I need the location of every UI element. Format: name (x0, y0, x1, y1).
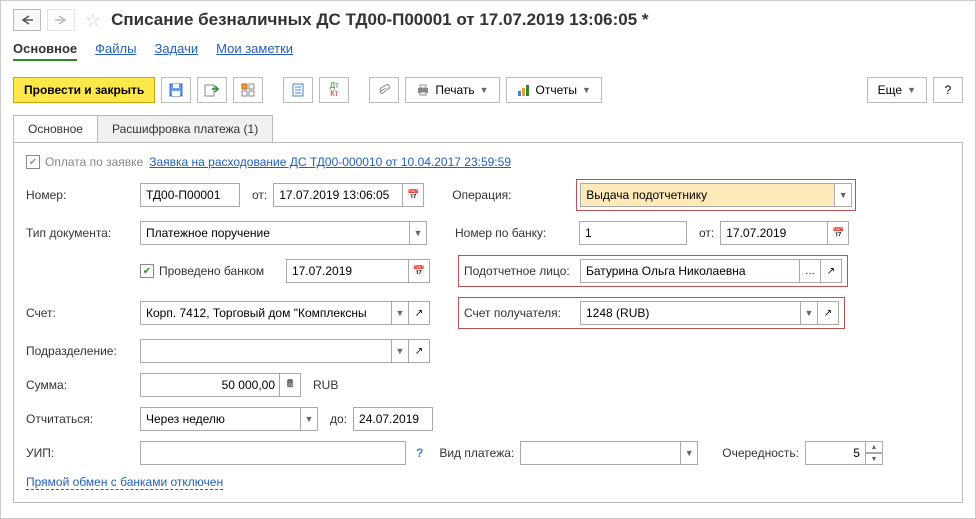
sum-label: Сумма: (26, 378, 134, 392)
payee-open-button[interactable]: ↗ (820, 259, 842, 283)
recipient-account-open-button[interactable]: ↗ (817, 301, 839, 325)
number-label: Номер: (26, 188, 134, 202)
bank-number-input[interactable] (579, 221, 687, 245)
payee-label: Подотчетное лицо: (464, 264, 574, 278)
uip-input[interactable] (140, 441, 406, 465)
forward-button[interactable] (47, 9, 75, 31)
bank-processed-calendar-button[interactable]: 📅 (408, 259, 430, 283)
payment-type-select[interactable] (520, 441, 680, 465)
print-label: Печать (435, 83, 474, 97)
payment-type-dropdown-button[interactable]: ▼ (680, 441, 698, 465)
report-period-dropdown-button[interactable]: ▼ (300, 407, 318, 431)
bank-processed-checkbox[interactable] (140, 264, 154, 278)
date-calendar-button[interactable]: 📅 (402, 183, 424, 207)
request-payment-label: Оплата по заявке (45, 155, 143, 169)
bank-date-from-label: от: (699, 226, 714, 240)
doctype-dropdown-button[interactable]: ▼ (409, 221, 427, 245)
save-button[interactable] (161, 77, 191, 103)
doctype-label: Тип документа: (26, 226, 134, 240)
subnav-files[interactable]: Файлы (95, 41, 136, 61)
division-input[interactable] (140, 339, 391, 363)
division-dropdown-button[interactable]: ▼ (391, 339, 409, 363)
report-period-select[interactable] (140, 407, 300, 431)
subnav-notes[interactable]: Мои заметки (216, 41, 293, 61)
priority-input[interactable] (805, 441, 865, 465)
more-button[interactable]: Еще▼ (867, 77, 927, 103)
page-title: Списание безналичных ДС ТД00-П00001 от 1… (111, 10, 648, 30)
structure-button[interactable] (233, 77, 263, 103)
report-to-input[interactable] (353, 407, 433, 431)
operation-label: Операция: (452, 188, 570, 202)
bank-date-input[interactable] (720, 221, 828, 245)
division-label: Подразделение: (26, 344, 134, 358)
help-button[interactable]: ? (933, 77, 963, 103)
account-dropdown-button[interactable]: ▼ (391, 301, 409, 325)
recipient-account-dropdown-button[interactable]: ▼ (800, 301, 818, 325)
sum-currency: RUB (313, 378, 338, 392)
division-open-button[interactable]: ↗ (408, 339, 430, 363)
dt-kt-button[interactable]: ДтКт (319, 77, 349, 103)
date-from-label: от: (252, 188, 267, 202)
priority-label: Очередность: (722, 446, 799, 460)
bank-processed-date-input[interactable] (286, 259, 409, 283)
report-label: Отчитаться: (26, 412, 134, 426)
operation-select[interactable] (580, 183, 834, 207)
bank-exchange-link[interactable]: Прямой обмен с банками отключен (26, 475, 223, 490)
recipient-account-input[interactable] (580, 301, 800, 325)
payee-input[interactable] (580, 259, 800, 283)
tab-detail[interactable]: Расшифровка платежа (1) (97, 115, 273, 142)
payee-select-button[interactable]: … (799, 259, 821, 283)
tab-main[interactable]: Основное (13, 115, 98, 142)
create-based-button[interactable] (283, 77, 313, 103)
more-label: Еще (878, 83, 902, 97)
subnav-tasks[interactable]: Задачи (154, 41, 198, 61)
date-input[interactable] (273, 183, 403, 207)
priority-up-button[interactable]: ▲ (865, 441, 883, 453)
back-button[interactable] (13, 9, 41, 31)
number-input[interactable] (140, 183, 240, 207)
request-payment-checkbox[interactable] (26, 155, 40, 169)
subnav-main[interactable]: Основное (13, 41, 77, 61)
uip-help-icon[interactable]: ? (416, 446, 423, 460)
reports-label: Отчеты (536, 83, 577, 97)
sum-calc-button[interactable]: 🖩 (279, 373, 301, 397)
post-and-close-button[interactable]: Провести и закрыть (13, 77, 155, 103)
bank-processed-label: Проведено банком (159, 264, 264, 278)
recipient-account-label: Счет получателя: (464, 306, 574, 320)
uip-label: УИП: (26, 446, 134, 460)
account-open-button[interactable]: ↗ (408, 301, 430, 325)
account-label: Счет: (26, 306, 134, 320)
sum-input[interactable] (140, 373, 280, 397)
report-to-label: до: (330, 412, 347, 426)
account-input[interactable] (140, 301, 391, 325)
post-button[interactable] (197, 77, 227, 103)
operation-dropdown-button[interactable]: ▼ (834, 183, 852, 207)
doctype-select[interactable] (140, 221, 409, 245)
reports-button[interactable]: Отчеты▼ (506, 77, 602, 103)
priority-down-button[interactable]: ▼ (865, 453, 883, 465)
bank-date-calendar-button[interactable]: 📅 (827, 221, 849, 245)
favorite-star-icon[interactable]: ☆ (85, 10, 101, 31)
bank-number-label: Номер по банку: (455, 226, 573, 240)
attach-button[interactable] (369, 77, 399, 103)
payment-type-label: Вид платежа: (439, 446, 514, 460)
request-link[interactable]: Заявка на расходование ДС ТД00-000010 от… (149, 155, 511, 169)
print-button[interactable]: Печать▼ (405, 77, 499, 103)
